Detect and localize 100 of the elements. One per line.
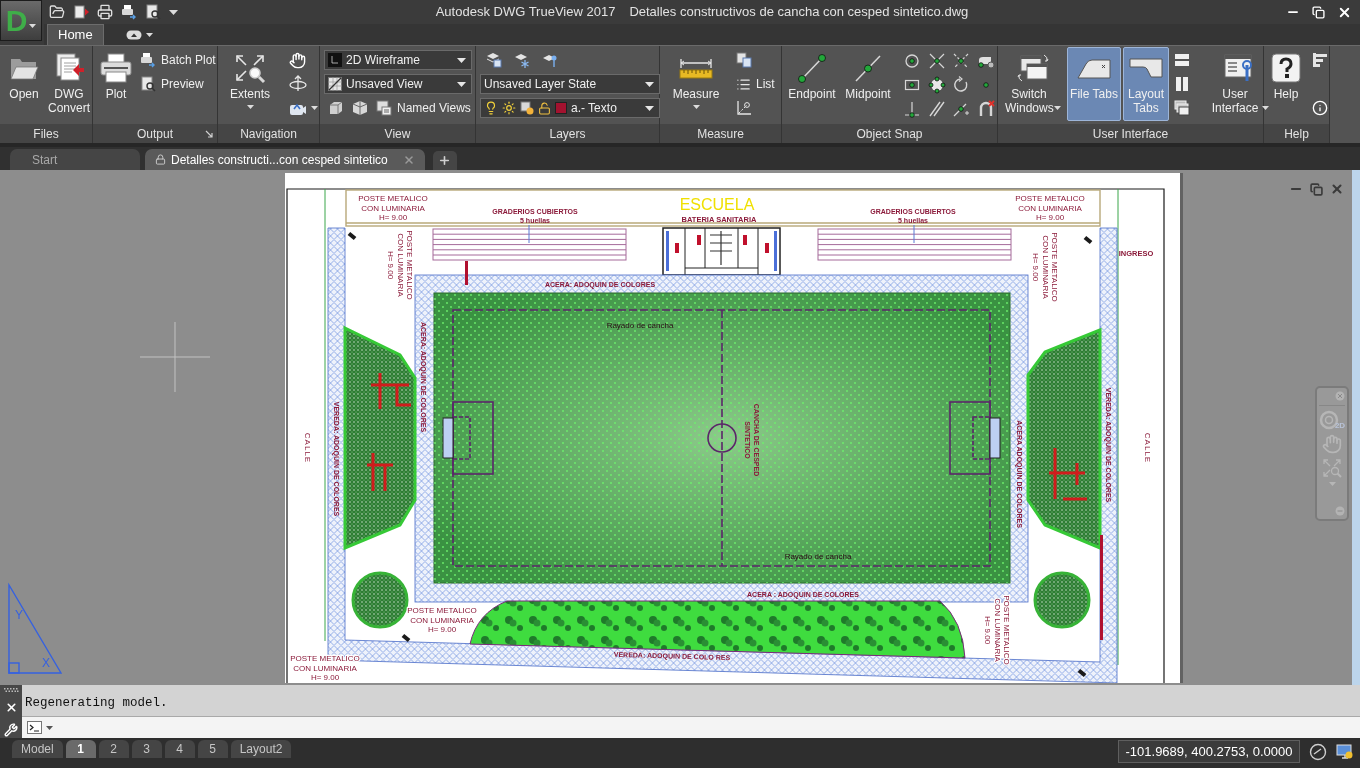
dialog-launcher-icon[interactable] xyxy=(205,129,213,138)
layer-box-icon[interactable] xyxy=(520,101,534,115)
panel-title: Measure xyxy=(697,125,744,143)
printer-arrow-icon[interactable] xyxy=(121,4,137,20)
command-input-field[interactable] xyxy=(22,716,1360,738)
visual-style-dropdown[interactable]: 2D Wireframe xyxy=(324,50,472,70)
restore-icon[interactable] xyxy=(1312,5,1325,19)
panel-title: View xyxy=(384,125,411,143)
panel-title: Output xyxy=(137,125,173,143)
grip-dots-icon xyxy=(3,688,19,692)
bars-icon[interactable] xyxy=(1312,52,1328,68)
box-icon[interactable] xyxy=(328,100,344,116)
layer-state-dropdown[interactable]: Unsaved Layer State xyxy=(480,74,660,94)
preview-button[interactable]: Preview xyxy=(140,74,216,94)
extents-button[interactable]: Extents xyxy=(221,47,279,121)
batch-plot-button[interactable]: Batch Plot xyxy=(140,50,216,70)
plus-icon xyxy=(438,154,452,167)
panel-title: User Interface xyxy=(1092,125,1169,143)
measure-button[interactable]: Measure xyxy=(663,47,729,121)
document-arrow-icon[interactable] xyxy=(73,4,89,20)
dial-icon[interactable] xyxy=(1309,742,1327,761)
list-icon xyxy=(736,76,751,92)
ucs-triangle-icon xyxy=(8,582,63,674)
named-view-dropdown[interactable]: Unsaved View xyxy=(324,74,472,94)
tab-shape-icon xyxy=(1129,56,1163,80)
perpendicular-icon[interactable] xyxy=(903,100,921,118)
layer-snowflake-icon[interactable] xyxy=(514,52,530,68)
printer-icon xyxy=(100,53,132,83)
named-views-icon xyxy=(376,100,392,116)
stacked-windows-icon[interactable] xyxy=(1174,100,1190,116)
layout-tab[interactable]: 1 xyxy=(65,740,96,758)
layer-stack-icon[interactable] xyxy=(486,52,502,68)
goal-frame xyxy=(442,417,454,459)
new-tab-button[interactable] xyxy=(432,151,457,170)
layer-dropdown[interactable]: a.- Texto xyxy=(480,98,660,118)
lamp-post-icon xyxy=(1083,235,1093,245)
command-history-text: Regenerating model. xyxy=(25,695,168,713)
list-button[interactable]: List xyxy=(736,74,775,94)
info-icon[interactable] xyxy=(1312,100,1328,116)
layout-tab[interactable]: 3 xyxy=(131,740,162,758)
document-properties-icon[interactable] xyxy=(736,52,752,68)
sun-icon[interactable] xyxy=(502,101,516,115)
endpoint-line-icon xyxy=(796,52,828,84)
horizontal-tiles-icon[interactable] xyxy=(1174,52,1190,68)
light-pole-label: POSTE METALICO CON LUMINARIA H= 9.00 xyxy=(1015,194,1085,222)
endpoint-button[interactable]: Endpoint xyxy=(785,47,839,121)
plot-button[interactable]: Plot xyxy=(96,47,136,121)
dashed-cross-icon[interactable] xyxy=(952,52,970,70)
orbit-icon[interactable] xyxy=(289,75,307,93)
layout-tab[interactable]: 2 xyxy=(98,740,129,758)
panel-title: Files xyxy=(33,125,59,143)
application-title: Autodesk DWG TrueView 2017 xyxy=(435,3,616,22)
light-pole-label: POSTE METALICO CON LUMINARIA H= 9.00 xyxy=(1031,232,1059,302)
file-tab[interactable]: Detalles constructi...con cesped sintetico xyxy=(145,149,425,170)
parallel-lines-icon[interactable] xyxy=(927,100,946,118)
panel-title: Help xyxy=(1284,125,1309,143)
zoom-extents-icon xyxy=(233,52,267,84)
close-icon[interactable] xyxy=(4,701,18,714)
printer-icon[interactable] xyxy=(97,4,113,20)
unlocked-padlock-icon[interactable] xyxy=(538,101,551,115)
circular-arrow-icon[interactable] xyxy=(952,76,970,94)
target-circle-icon[interactable] xyxy=(903,52,921,70)
quadrant-circle-icon[interactable] xyxy=(927,76,946,94)
switch-windows-button[interactable]: Switch Windows xyxy=(1001,47,1065,121)
caret-icon xyxy=(1054,106,1061,110)
switch-windows-icon xyxy=(1017,53,1049,83)
light-pole-label: POSTE METALICO CON LUMINARIA H= 9.00 xyxy=(290,654,360,682)
layout-tab[interactable]: 5 xyxy=(197,740,228,758)
building-label: ESCUELA xyxy=(679,195,755,213)
open-button[interactable]: Open xyxy=(3,47,45,121)
post-marker xyxy=(465,261,468,285)
monitor-icon[interactable] xyxy=(1336,742,1354,761)
caret-icon[interactable] xyxy=(311,106,318,110)
midpoint-button[interactable]: Midpoint xyxy=(841,47,895,121)
lightbulb-icon[interactable] xyxy=(484,101,498,115)
wrench-icon[interactable] xyxy=(4,723,18,737)
vertical-tiles-icon[interactable] xyxy=(1174,76,1190,92)
pan-hand-icon[interactable] xyxy=(289,51,306,69)
caret-icon xyxy=(29,23,37,28)
tab-shape-icon xyxy=(1077,56,1111,80)
lamp-post-icon xyxy=(347,231,357,241)
caret-icon[interactable] xyxy=(46,725,53,730)
open-folder-icon[interactable] xyxy=(49,4,65,20)
page-magnifier-icon[interactable] xyxy=(145,4,161,20)
command-prompt-icon[interactable] xyxy=(27,721,42,734)
street-label: CALLE xyxy=(302,432,312,464)
layout-tab[interactable]: Layout2 xyxy=(230,740,292,758)
ribbon-tab[interactable]: Home xyxy=(47,24,104,45)
named-views-button[interactable]: Named Views xyxy=(376,98,471,118)
caret-icon[interactable] xyxy=(169,9,178,15)
cube-icon[interactable] xyxy=(352,100,368,116)
layout-tab[interactable]: 4 xyxy=(164,740,195,758)
caret-icon xyxy=(145,32,153,37)
dwg-convert-button[interactable]: DWG Convert xyxy=(47,47,91,121)
file-tab[interactable]: Start xyxy=(10,149,140,170)
coordinate-axes-icon[interactable] xyxy=(736,100,752,116)
layout-tab[interactable]: Model xyxy=(12,740,63,758)
cross-point-icon[interactable] xyxy=(927,52,946,70)
layer-pin-icon[interactable] xyxy=(542,52,558,68)
viewport-preview-icon xyxy=(328,53,342,67)
